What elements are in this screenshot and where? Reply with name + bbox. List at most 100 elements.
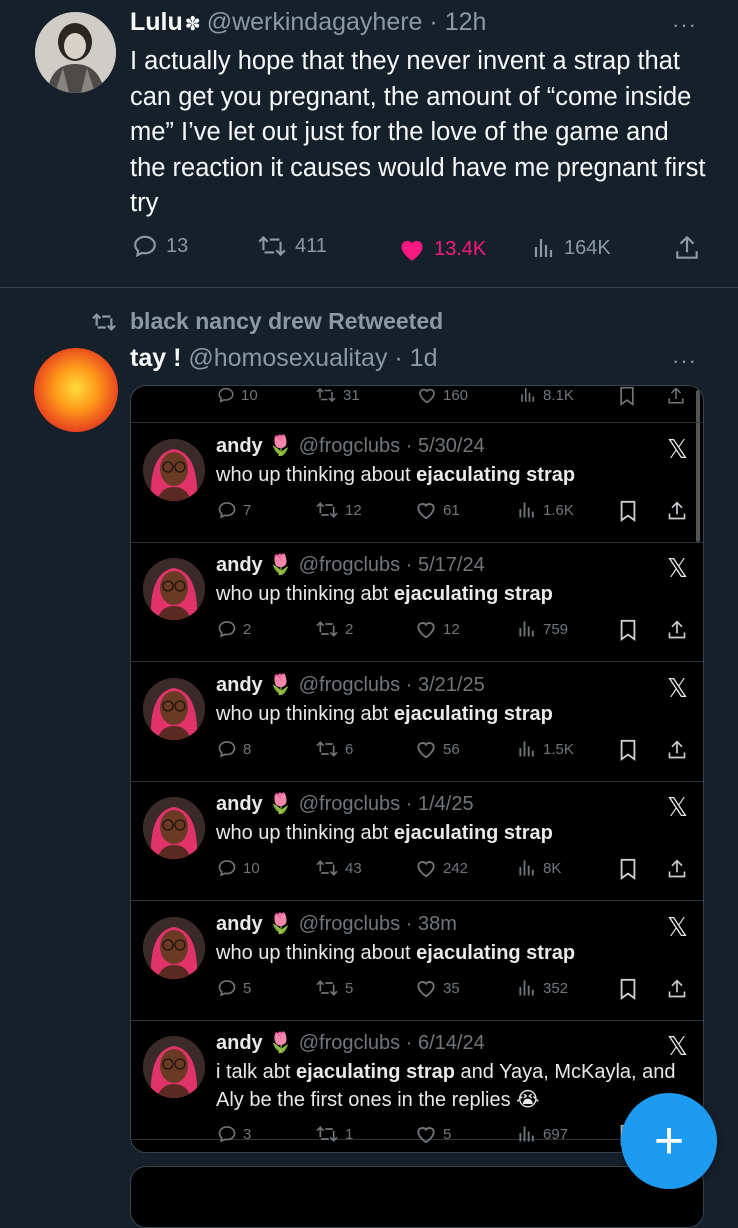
display-name[interactable]: andy — [216, 435, 263, 457]
bookmark-button[interactable] — [618, 978, 638, 1000]
views-count: 759 — [543, 620, 569, 638]
bookmark-button[interactable] — [618, 739, 638, 761]
like-button[interactable]: 242 — [415, 858, 468, 878]
share-button[interactable] — [667, 739, 687, 761]
avatar[interactable] — [34, 348, 118, 432]
avatar[interactable] — [143, 1036, 205, 1098]
share-icon — [667, 858, 687, 880]
like-button[interactable]: 12 — [415, 619, 460, 639]
embedded-post[interactable]: andy 🌷 @frogclubs · 1/4/25 𝕏who up thinki… — [131, 781, 703, 901]
avatar[interactable] — [143, 558, 205, 620]
retweet-count: 31 — [343, 386, 360, 404]
heart-icon — [415, 500, 437, 520]
reply-count: 8 — [243, 740, 252, 758]
timestamp[interactable]: 1d — [410, 344, 438, 372]
reply-button[interactable]: 2 — [217, 619, 251, 639]
bookmark-icon — [618, 858, 638, 880]
embedded-post[interactable]: andy 🌷 @frogclubs · 6/14/24 𝕏i talk abt e… — [131, 1020, 703, 1146]
display-name[interactable]: Lulu — [130, 8, 183, 36]
display-name[interactable]: andy — [216, 793, 263, 815]
views-button[interactable]: 164K — [532, 236, 611, 260]
reply-button[interactable]: 10 — [217, 858, 260, 878]
share-button[interactable] — [667, 978, 687, 1000]
views-button[interactable]: 1.6K — [517, 500, 574, 520]
avatar[interactable] — [143, 917, 205, 979]
share-button[interactable] — [674, 234, 700, 262]
handle[interactable]: @homosexualitay — [188, 344, 387, 372]
tweet-media[interactable]: 10 31 160 8.1K andy 🌷 @frogclubs · 5/30/… — [130, 385, 704, 1153]
handle[interactable]: @frogclubs — [299, 913, 400, 935]
share-button[interactable] — [667, 619, 687, 641]
retweet-button[interactable]: 12 — [315, 500, 362, 520]
display-name[interactable]: andy — [216, 554, 263, 576]
embedded-post[interactable]: andy 🌷 @frogclubs · 3/21/25 𝕏who up think… — [131, 662, 703, 782]
avatar[interactable] — [35, 12, 116, 93]
like-button[interactable]: 35 — [415, 978, 460, 998]
retweet-button[interactable]: 6 — [315, 739, 353, 759]
views-icon — [517, 858, 537, 878]
timestamp[interactable]: 3/21/25 — [418, 674, 485, 696]
reply-button[interactable]: 8 — [217, 739, 251, 759]
reply-icon — [217, 500, 237, 520]
like-button[interactable]: 61 — [415, 500, 460, 520]
post-text: who up thinking about ejaculating strap — [216, 942, 576, 964]
timestamp[interactable]: 12h — [445, 8, 487, 36]
views-button[interactable]: 697 — [517, 1124, 568, 1144]
like-button[interactable]: 56 — [415, 739, 460, 759]
compose-button[interactable]: + — [621, 1093, 717, 1189]
avatar[interactable] — [143, 678, 205, 740]
bookmark-button[interactable] — [618, 858, 638, 880]
views-button[interactable]: 8K — [517, 858, 561, 878]
handle[interactable]: @frogclubs — [299, 1032, 400, 1054]
reply-icon — [217, 739, 237, 759]
reply-button[interactable]: 5 — [217, 978, 251, 998]
avatar[interactable] — [143, 439, 205, 501]
verified-badge-icon: ✽ — [184, 14, 201, 35]
views-button[interactable]: 759 — [517, 619, 568, 639]
embedded-post[interactable]: andy 🌷 @frogclubs · 5/17/24 𝕏who up think… — [131, 542, 703, 662]
handle[interactable]: @werkindagayhere — [207, 8, 423, 36]
retweet-button[interactable]: 5 — [315, 978, 353, 998]
timestamp[interactable]: 6/14/24 — [418, 1032, 485, 1054]
timestamp[interactable]: 1/4/25 — [418, 793, 474, 815]
display-name[interactable]: tay ! — [130, 344, 181, 372]
avatar[interactable] — [143, 797, 205, 859]
handle[interactable]: @frogclubs — [299, 554, 400, 576]
share-button[interactable] — [667, 858, 687, 880]
handle[interactable]: @frogclubs — [299, 435, 400, 457]
retweet-button[interactable]: 2 — [315, 619, 353, 639]
timestamp[interactable]: 38m — [418, 913, 457, 935]
more-icon[interactable]: ··· — [672, 348, 697, 374]
divider — [0, 287, 738, 288]
post-text: who up thinking abt ejaculating strap — [216, 583, 553, 605]
views-icon — [532, 236, 556, 260]
retweet-button[interactable]: 43 — [315, 858, 362, 878]
views-count: 352 — [543, 979, 569, 997]
more-icon[interactable]: ··· — [672, 12, 697, 38]
display-name[interactable]: andy — [216, 674, 263, 696]
bookmark-button[interactable] — [618, 500, 638, 522]
embedded-post[interactable]: andy 🌷 @frogclubs · 38m 𝕏who up thinking … — [131, 901, 703, 1021]
display-name[interactable]: andy — [216, 913, 263, 935]
handle[interactable]: @frogclubs — [299, 674, 400, 696]
like-button[interactable]: 5 — [415, 1124, 451, 1144]
timestamp[interactable]: 5/30/24 — [418, 435, 485, 457]
retweet-button[interactable]: 1 — [315, 1124, 353, 1144]
views-button[interactable]: 1.5K — [517, 739, 574, 759]
embedded-post[interactable]: andy 🌷 @frogclubs · 5/30/24 𝕏who up think… — [131, 423, 703, 543]
retweet-button[interactable]: 411 — [257, 233, 327, 259]
reply-button[interactable]: 7 — [217, 500, 251, 520]
bookmark-button[interactable] — [618, 619, 638, 641]
like-button[interactable]: 13.4K — [398, 236, 486, 262]
views-count: 1.6K — [543, 501, 574, 519]
share-button[interactable] — [667, 500, 687, 522]
timestamp[interactable]: 5/17/24 — [418, 554, 485, 576]
reply-button[interactable]: 3 — [217, 1124, 251, 1144]
post-text: who up thinking abt ejaculating strap — [216, 703, 553, 725]
reply-button[interactable]: 13 — [132, 233, 188, 259]
handle[interactable]: @frogclubs — [299, 793, 400, 815]
display-name[interactable]: andy — [216, 1032, 263, 1054]
views-button[interactable]: 352 — [517, 978, 568, 998]
retweeted-by[interactable]: black nancy drew Retweeted — [90, 308, 443, 335]
heart-icon — [415, 978, 437, 998]
